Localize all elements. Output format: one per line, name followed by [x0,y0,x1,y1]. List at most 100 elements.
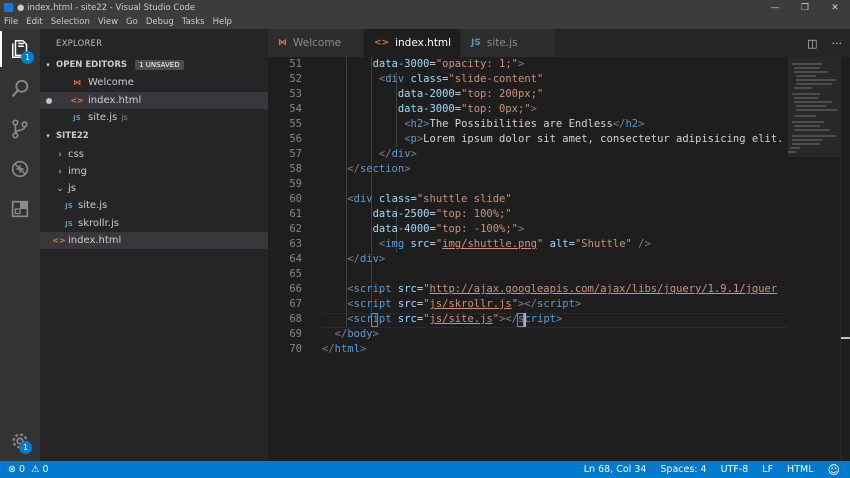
cursor-position[interactable]: Ln 68, Col 34 [584,464,647,475]
open-editor-welcome[interactable]: ⋈ Welcome [40,74,268,91]
tree-label: css [68,149,84,160]
line-ending[interactable]: LF [762,464,773,475]
js-icon: JS [65,201,73,210]
open-editor-label: index.html [88,95,142,106]
html-icon: <> [70,96,84,105]
code-line-70: </html> [322,343,367,355]
explorer-title: EXPLORER [56,39,103,49]
menu-selection[interactable]: Selection [51,17,90,27]
editor-actions: ◫ ··· [807,29,842,57]
text-cursor [524,313,526,327]
menu-view[interactable]: View [98,17,118,27]
open-editor-label: site.js [88,112,118,123]
source-control-icon [12,119,28,139]
maximize-button[interactable]: ❐ [790,0,820,15]
settings-badge: 1 [19,441,32,454]
activity-bar: 1 1 [0,29,40,461]
activity-settings[interactable]: 1 [0,423,40,459]
line-number: 63 [289,238,302,250]
code-line-68: <script src="js/site.js"></script> [347,313,563,325]
chevron-down-icon: ▾ [46,132,50,140]
code-line-53: data-2000="top: 200px;" [397,88,544,100]
line-number: 67 [289,298,302,310]
code-line-66: <script src="http://ajax.googleapis.com/… [347,283,778,295]
activity-explorer[interactable]: 1 [0,31,40,67]
close-button[interactable]: ✕ [820,0,850,15]
code-editor[interactable]: 51 52 53 54 55 56 57 58 59 60 61 62 63 6… [268,57,850,461]
tree-label: img [68,166,87,177]
tree-label: index.html [68,235,122,246]
line-number: 59 [289,178,302,190]
tree-label: skrollr.js [78,218,119,229]
line-number: 53 [289,88,302,100]
activity-source-control[interactable] [0,111,40,147]
open-editor-index-html[interactable]: <> index.html [40,92,268,109]
title-bar: ● index.html - site22 - Visual Studio Co… [0,0,850,15]
vscode-icon: ⋈ [73,78,81,87]
menu-file[interactable]: File [4,17,18,27]
window-controls: — ❐ ✕ [760,0,850,15]
search-icon [11,79,29,98]
tab-welcome[interactable]: ⋈ Welcome [268,29,363,57]
js-icon: JS [73,113,81,122]
line-number: 52 [289,73,302,85]
open-editors-label: OPEN EDITORS [56,60,128,70]
bracket-match-highlight [517,313,524,327]
encoding[interactable]: UTF-8 [721,464,749,475]
menu-go[interactable]: Go [126,17,138,27]
tree-file-skrollr-js[interactable]: JS skrollr.js [40,215,268,232]
code-line-56: <p>Lorem ipsum dolor sit amet, consectet… [404,133,784,145]
split-editor-icon[interactable]: ◫ [807,37,817,50]
tree-label: site.js [78,200,108,211]
extensions-icon [11,200,29,218]
menu-help[interactable]: Help [213,17,232,27]
line-number: 61 [289,208,302,220]
js-icon: JS [65,219,73,228]
minimize-button[interactable]: — [760,0,790,15]
html-icon: <> [52,236,66,245]
tab-site-js[interactable]: JS site.js [461,29,555,57]
line-number: 65 [289,268,302,280]
menu-debug[interactable]: Debug [146,17,174,27]
tab-label: index.html [395,37,452,49]
open-editor-dir: js [121,113,128,122]
folder-header[interactable]: ▾ SITE22 [40,128,268,144]
line-number: 64 [289,253,302,265]
code-line-58: </section> [347,163,411,175]
activity-extensions[interactable] [0,191,40,227]
open-editor-site-js[interactable]: JS site.js js [40,109,268,126]
js-icon: JS [471,38,481,48]
more-actions-icon[interactable]: ··· [832,37,843,50]
code-line-69: </body> [334,328,379,340]
explorer-sidebar: EXPLORER ▾ OPEN EDITORS 1 UNSAVED ⋈ Welc… [40,29,268,461]
language-mode[interactable]: HTML [787,464,813,475]
minimap[interactable] [788,57,840,461]
line-number: 51 [289,58,302,70]
code-line-67: <script src="js/skrollr.js"></script> [347,298,582,310]
code-line-55: <h2>The Possibilities are Endless</h2> [404,118,645,130]
tree-folder-img[interactable]: › img [40,163,268,180]
error-count: 0 [18,464,26,475]
code-line-51: data-3000="opacity: 1;"> [372,58,525,70]
activity-search[interactable] [0,71,40,107]
menu-edit[interactable]: Edit [26,17,42,27]
tree-file-index-html[interactable]: <> index.html [40,232,268,249]
problems-indicator[interactable]: ⊗ 0 ⚠ 0 [8,461,49,478]
code-line-54: data-3000="top: 0px;"> [397,103,537,115]
tree-folder-css[interactable]: › css [40,146,268,163]
vertical-scrollbar[interactable] [840,57,850,461]
open-editor-label: Welcome [88,77,134,88]
activity-debug[interactable] [0,151,40,187]
status-bar: ⊗ 0 ⚠ 0 Ln 68, Col 34 Spaces: 4 UTF-8 LF… [0,461,850,478]
chevron-right-icon: › [58,166,62,177]
open-editors-header[interactable]: ▾ OPEN EDITORS 1 UNSAVED [40,57,268,73]
feedback-smiley-icon[interactable]: ☺ [827,463,840,477]
tree-folder-js[interactable]: ⌄ js [40,180,268,197]
indentation[interactable]: Spaces: 4 [660,464,706,475]
line-number: 60 [289,193,302,205]
code-line-64: </div> [347,253,386,265]
tab-index-html[interactable]: <> index.html [364,29,460,57]
menu-tasks[interactable]: Tasks [182,17,205,27]
tree-file-site-js[interactable]: JS site.js [40,197,268,214]
code-line-60: <div class="shuttle slide" [347,193,512,205]
